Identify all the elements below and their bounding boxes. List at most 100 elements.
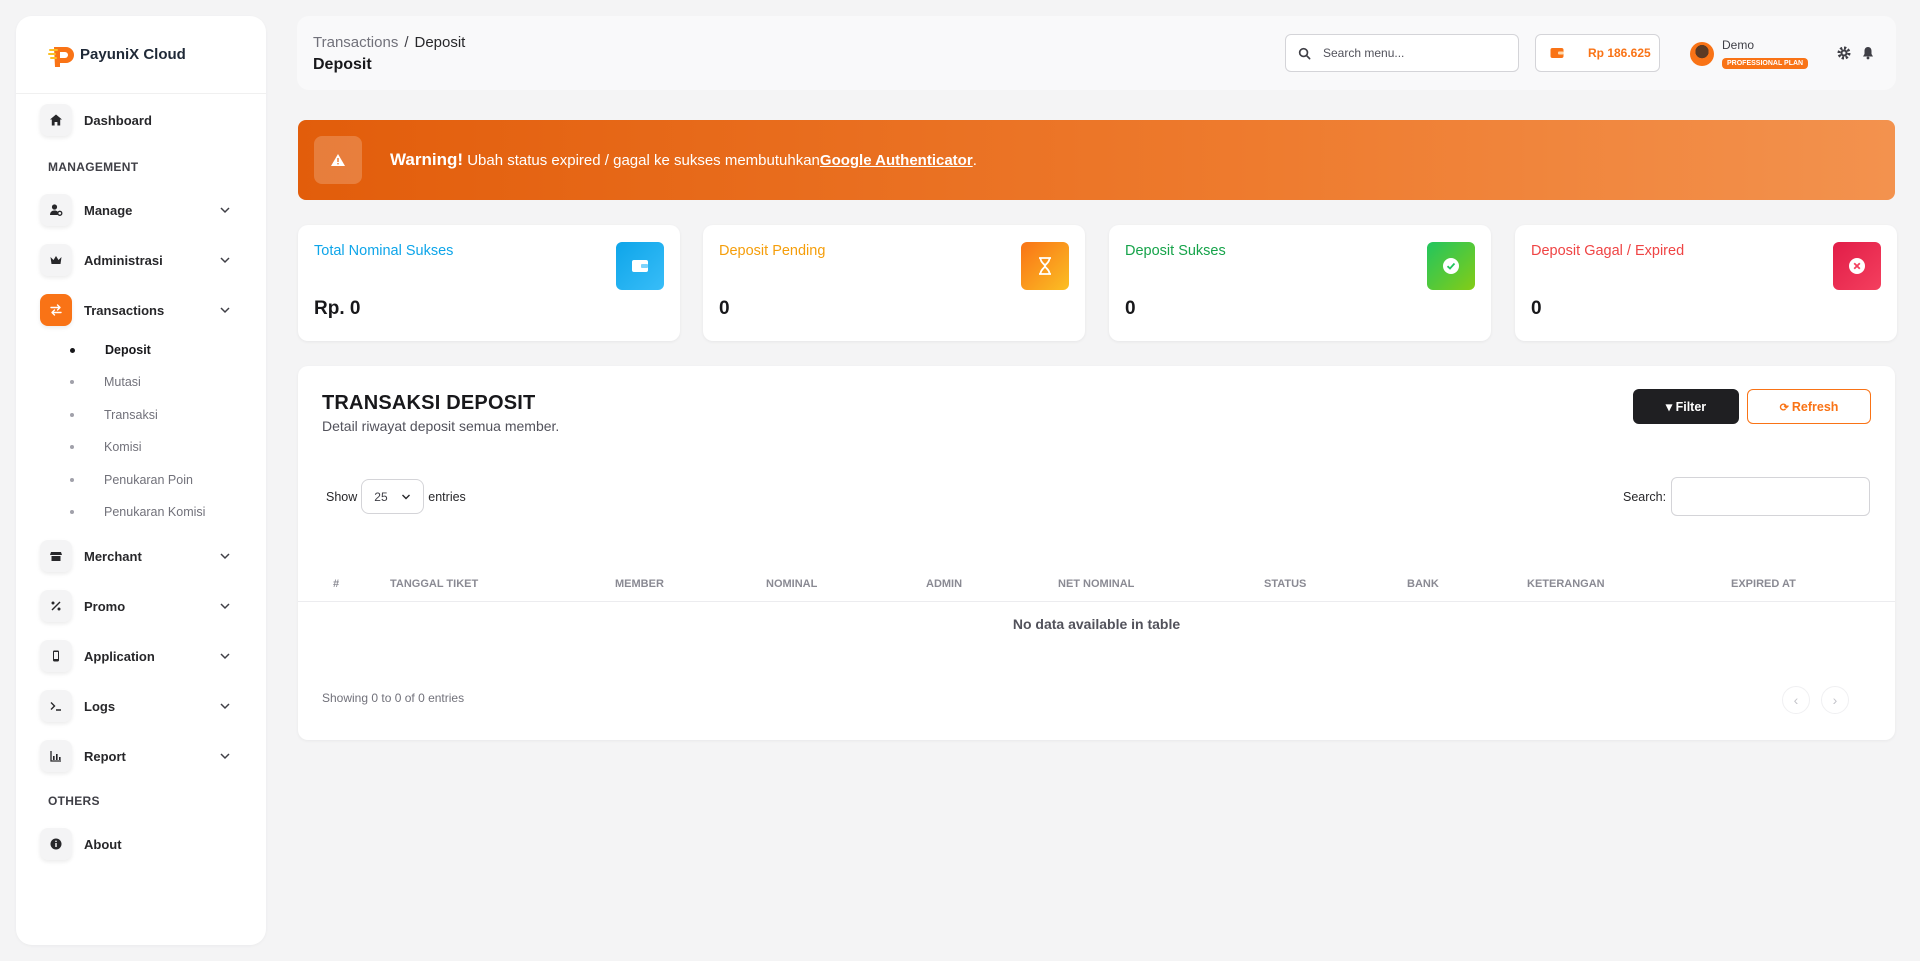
sidebar-item-report[interactable]: Report (40, 740, 242, 772)
chevron-left-icon: ‹ (1793, 692, 1799, 708)
sidebar-item-administrasi[interactable]: Administrasi (40, 244, 242, 276)
section-title-others: OTHERS (48, 794, 100, 808)
table-search-control: Search: (1623, 477, 1871, 516)
chevron-down-icon (220, 653, 230, 660)
breadcrumb-separator: / (404, 34, 409, 51)
column-header[interactable]: NET NOMINAL (1058, 566, 1134, 602)
table-title: TRANSAKSI DEPOSIT (322, 392, 536, 414)
chevron-down-icon (220, 207, 230, 214)
sidebar-item-transactions[interactable]: Transactions (40, 294, 242, 326)
sidebar-sub-item-mutasi[interactable]: Mutasi (48, 372, 141, 392)
plan-badge: PROFESSIONAL PLAN (1722, 58, 1809, 69)
arrows-swap-icon (40, 294, 72, 326)
menu-search-input[interactable] (1323, 46, 1493, 60)
sub-item-label: Mutasi (104, 375, 141, 389)
home-icon (40, 104, 72, 136)
google-authenticator-link[interactable]: Google Authenticator (820, 152, 973, 169)
user-name: Demo (1722, 38, 1755, 52)
column-header[interactable]: ADMIN (926, 566, 962, 602)
refresh-label: Refresh (1791, 399, 1839, 414)
wallet-balance[interactable]: Rp 186.625 (1535, 34, 1660, 72)
stat-value: 0 (1531, 298, 1542, 319)
gear-icon[interactable] (1836, 45, 1852, 61)
terminal-icon (40, 690, 72, 722)
chevron-down-icon (220, 603, 230, 610)
sub-item-label: Penukaran Poin (104, 473, 193, 487)
table-info: Showing 0 to 0 of 0 entries (322, 691, 465, 705)
sidebar-sub-item-komisi[interactable]: Komisi (48, 437, 142, 457)
sub-item-label: Deposit (105, 343, 151, 357)
breadcrumb: Transactions / Deposit (313, 34, 465, 51)
search-label: Search: (1623, 489, 1667, 504)
warning-text: Warning! Ubah status expired / gagal ke … (390, 150, 977, 170)
warning-message: Ubah status expired / gagal ke sukses me… (463, 152, 820, 169)
stat-card-deposit-pending: Deposit Pending 0 (703, 225, 1085, 341)
user-profile[interactable]: Demo PROFESSIONAL PLAN (1690, 38, 1809, 70)
show-label: Show (326, 489, 358, 504)
bullet-icon (70, 413, 74, 417)
sidebar-item-merchant[interactable]: Merchant (40, 540, 242, 572)
info-icon (40, 828, 72, 860)
menu-search-box[interactable] (1285, 34, 1519, 72)
sidebar-label: Manage (84, 202, 133, 218)
sidebar-item-logs[interactable]: Logs (40, 690, 242, 722)
warning-banner: Warning! Ubah status expired / gagal ke … (298, 120, 1895, 200)
sidebar-item-manage[interactable]: Manage (40, 194, 242, 226)
payunix-logo-icon (48, 41, 76, 69)
warning-label: Warning! (390, 150, 464, 169)
sidebar-item-application[interactable]: Application (40, 640, 242, 672)
stat-value: 0 (719, 298, 730, 319)
stat-title: Deposit Pending (719, 243, 826, 259)
stat-card-deposit-gagal: Deposit Gagal / Expired 0 (1515, 225, 1897, 341)
sidebar-item-dashboard[interactable]: Dashboard (40, 104, 242, 136)
stat-title: Total Nominal Sukses (314, 243, 454, 259)
brand-name: PayuniX Cloud (80, 46, 186, 63)
breadcrumb-parent[interactable]: Transactions (313, 34, 398, 51)
sidebar-label: Application (84, 648, 155, 664)
breadcrumb-current: Deposit (414, 34, 466, 51)
sidebar-label: Dashboard (84, 112, 152, 128)
sidebar-sub-item-deposit[interactable]: Deposit (48, 340, 151, 360)
stat-value: 0 (1125, 298, 1136, 319)
warning-end: . (972, 152, 977, 169)
column-header[interactable]: # (333, 566, 339, 602)
hourglass-icon (1021, 242, 1069, 290)
brand[interactable]: PayuniX Cloud (16, 16, 266, 94)
search-icon (1298, 47, 1311, 59)
entries-value: 25 (374, 489, 388, 504)
sidebar-sub-item-penukaran-poin[interactable]: Penukaran Poin (48, 470, 193, 490)
column-header[interactable]: TANGGAL TIKET (390, 566, 478, 602)
column-header[interactable]: EXPIRED AT (1731, 566, 1796, 602)
empty-table-message: No data available in table (1012, 616, 1181, 632)
x-circle-icon (1833, 242, 1881, 290)
table-subtitle: Detail riwayat deposit semua member. (322, 418, 560, 434)
bullet-icon (70, 510, 74, 514)
column-header[interactable]: STATUS (1264, 566, 1306, 602)
store-icon (40, 540, 72, 572)
pagination-next-button[interactable]: › (1821, 686, 1849, 714)
sidebar-label: Administrasi (84, 252, 163, 268)
sidebar-label: Transactions (84, 302, 165, 318)
sidebar-item-promo[interactable]: Promo (40, 590, 242, 622)
table-search-input[interactable] (1671, 477, 1871, 516)
filter-icon: ▾ (1665, 400, 1676, 414)
wallet-icon (616, 242, 664, 290)
chart-bar-icon (40, 740, 72, 772)
column-header[interactable]: BANK (1407, 566, 1439, 602)
mobile-icon (40, 640, 72, 672)
column-header[interactable]: NOMINAL (766, 566, 817, 602)
filter-button[interactable]: ▾ Filter (1633, 389, 1739, 424)
sidebar-sub-item-penukaran-komisi[interactable]: Penukaran Komisi (48, 502, 205, 522)
refresh-button[interactable]: ⟳ Refresh (1747, 389, 1871, 424)
sidebar-sub-item-transaksi[interactable]: Transaksi (48, 405, 158, 425)
chevron-down-icon (220, 553, 230, 560)
entries-select[interactable]: 25 (361, 479, 425, 514)
sidebar-item-about[interactable]: About (40, 828, 242, 860)
column-header[interactable]: MEMBER (615, 566, 664, 602)
stat-card-total-nominal: Total Nominal Sukses Rp. 0 (298, 225, 680, 341)
wallet-amount: Rp 186.625 (1588, 46, 1651, 60)
bell-icon[interactable] (1860, 45, 1876, 61)
column-header[interactable]: KETERANGAN (1527, 566, 1605, 602)
pagination-prev-button[interactable]: ‹ (1782, 686, 1810, 714)
sidebar-label: Merchant (84, 548, 142, 564)
